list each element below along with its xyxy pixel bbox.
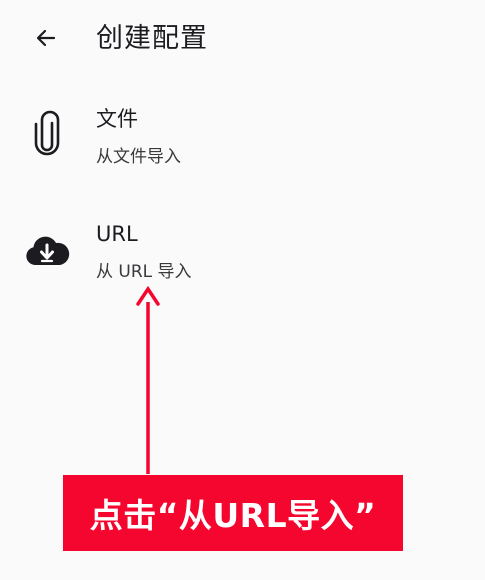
item-title: 文件 <box>96 107 138 131</box>
back-button[interactable] <box>26 20 66 60</box>
annotation-label: 点击“从URL导入” <box>89 496 377 535</box>
item-subtitle: 从 URL 导入 <box>96 262 192 282</box>
app-bar: 创建配置 <box>0 0 485 78</box>
list-item-url[interactable]: URL 从 URL 导入 <box>0 210 485 310</box>
item-title: URL <box>96 222 138 246</box>
arrow-left-icon <box>34 26 58 54</box>
cloud-download-icon <box>22 230 72 270</box>
list-item-file[interactable]: 文件 从文件导入 <box>0 95 485 195</box>
paperclip-icon <box>24 109 70 159</box>
annotation-callout: 点击“从URL导入” <box>63 475 403 551</box>
item-subtitle: 从文件导入 <box>96 147 181 167</box>
page-title: 创建配置 <box>96 23 208 54</box>
